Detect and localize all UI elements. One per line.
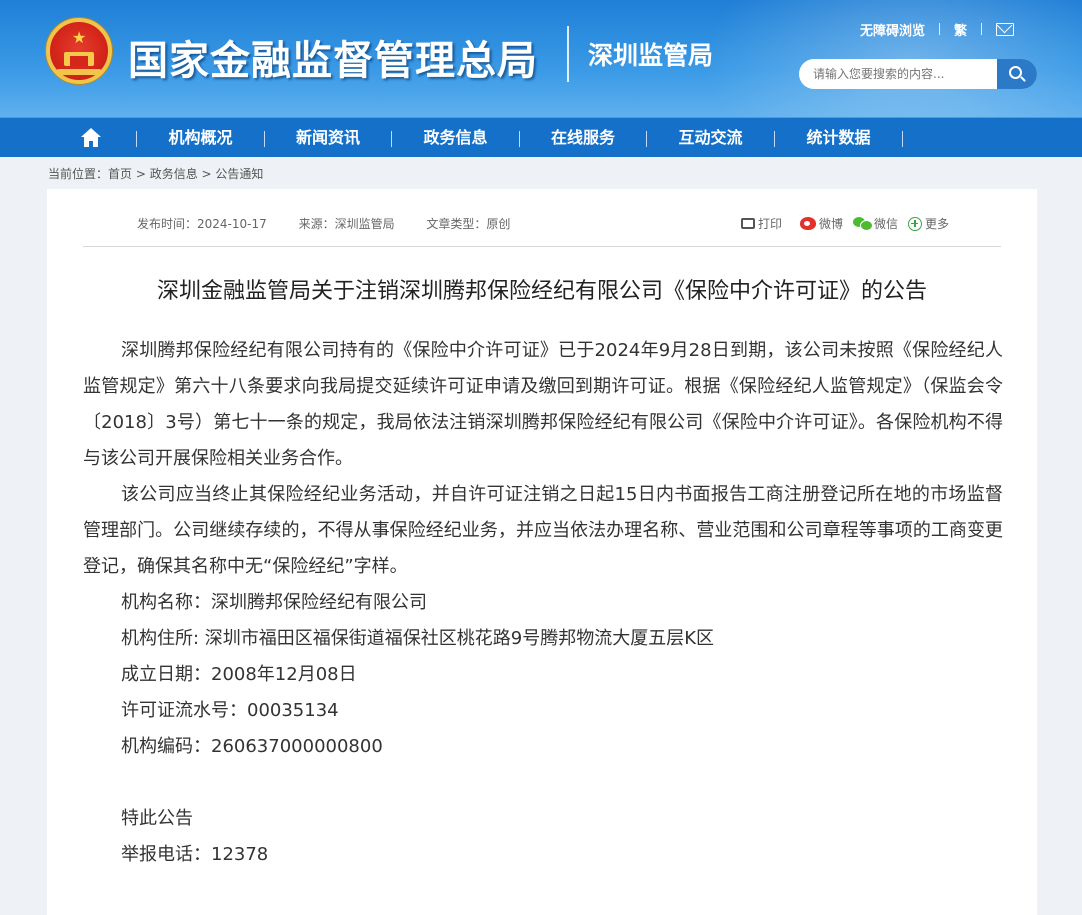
breadcrumb-separator: >	[132, 167, 150, 181]
founded-date: 成立日期：2008年12月08日	[121, 664, 357, 685]
link-divider	[939, 23, 941, 35]
title-divider	[567, 26, 569, 82]
nav-item-news[interactable]: 新闻资讯	[265, 118, 391, 158]
org-address: 机构住所: 深圳市福田区福保街道福保社区桃花路9号腾邦物流大厦五层K区	[121, 628, 715, 649]
printer-icon	[741, 218, 755, 229]
search-button[interactable]	[997, 59, 1037, 89]
main-nav: 机构概况 新闻资讯 政务信息 在线服务 互动交流 统计数据	[0, 117, 1082, 157]
accessibility-link[interactable]: 无障碍浏览	[860, 20, 925, 39]
breadcrumb-gov-info[interactable]: 政务信息	[150, 167, 198, 181]
site-header: ★ 国家金融监督管理总局 深圳监管局 无障碍浏览 繁	[0, 0, 1082, 117]
article-body: 深圳腾邦保险经纪有限公司持有的《保险中介许可证》已于2024年9月28日到期，该…	[83, 333, 1003, 873]
share-more-button[interactable]: 更多	[908, 215, 949, 232]
org-code: 机构编码：260637000000800	[121, 736, 383, 757]
sub-title[interactable]: 深圳监管局	[588, 36, 713, 72]
nav-divider	[902, 131, 903, 147]
more-label: 更多	[925, 217, 950, 231]
wechat-label: 微信	[874, 217, 899, 231]
hotline: 举报电话：12378	[121, 844, 269, 865]
divider	[83, 246, 1001, 247]
nav-item-gov-info[interactable]: 政务信息	[392, 118, 519, 158]
license-serial: 许可证流水号：00035134	[121, 700, 339, 721]
tiananmen-icon	[64, 52, 94, 66]
home-icon[interactable]	[80, 128, 102, 148]
weibo-icon	[800, 217, 817, 230]
site-title[interactable]: 国家金融监督管理总局	[128, 28, 538, 86]
nav-item-online-service[interactable]: 在线服务	[520, 118, 646, 158]
article-paragraph: 该公司应当终止其保险经纪业务活动，并自许可证注销之日起15日内书面报告工商注册登…	[83, 484, 1003, 577]
org-name: 机构名称：深圳腾邦保险经纪有限公司	[121, 592, 427, 613]
nav-item-about[interactable]: 机构概况	[137, 118, 264, 158]
article-type: 文章类型：原创	[426, 217, 511, 231]
mail-icon[interactable]	[996, 22, 1015, 36]
search-box	[799, 59, 1037, 89]
nav-item-statistics[interactable]: 统计数据	[775, 118, 902, 158]
star-icon: ★	[72, 28, 87, 47]
weibo-label: 微博	[819, 217, 844, 231]
article-title: 深圳金融监管局关于注销深圳腾邦保险经纪有限公司《保险中介许可证》的公告	[156, 279, 927, 304]
breadcrumb-home[interactable]: 首页	[108, 167, 132, 181]
nav-item-interaction[interactable]: 互动交流	[647, 118, 774, 158]
traditional-chinese-link[interactable]: 繁	[954, 20, 967, 39]
top-links: 无障碍浏览 繁	[860, 20, 1015, 39]
closing-statement: 特此公告	[121, 808, 193, 829]
publish-time: 发布时间：2024-10-17	[137, 217, 267, 231]
search-input[interactable]	[799, 59, 997, 89]
article-meta: 发布时间：2024-10-17 来源：深圳监管局 文章类型：原创	[137, 215, 538, 232]
article-source: 来源：深圳监管局	[298, 217, 395, 231]
breadcrumb: 当前位置：首页 > 政务信息 > 公告通知	[48, 165, 263, 182]
breadcrumb-separator: >	[197, 167, 216, 181]
wechat-icon	[853, 217, 874, 231]
share-bar: 打印 微博 微信 更多	[741, 215, 959, 232]
article-card: 发布时间：2024-10-17 来源：深圳监管局 文章类型：原创 打印 微博 微…	[47, 189, 1037, 915]
share-wechat-button[interactable]: 微信	[853, 215, 898, 232]
article-paragraph: 深圳腾邦保险经纪有限公司持有的《保险中介许可证》已于2024年9月28日到期，该…	[83, 340, 1003, 469]
share-weibo-button[interactable]: 微博	[800, 215, 843, 232]
breadcrumb-prefix: 当前位置：	[48, 167, 109, 181]
breadcrumb-notices[interactable]: 公告通知	[215, 167, 263, 181]
print-label: 打印	[758, 217, 783, 231]
print-button[interactable]: 打印	[741, 215, 782, 232]
national-emblem-icon[interactable]: ★	[46, 18, 112, 84]
ribbon-decoration	[56, 69, 102, 75]
plus-circle-icon	[908, 216, 923, 231]
link-divider	[981, 23, 983, 35]
